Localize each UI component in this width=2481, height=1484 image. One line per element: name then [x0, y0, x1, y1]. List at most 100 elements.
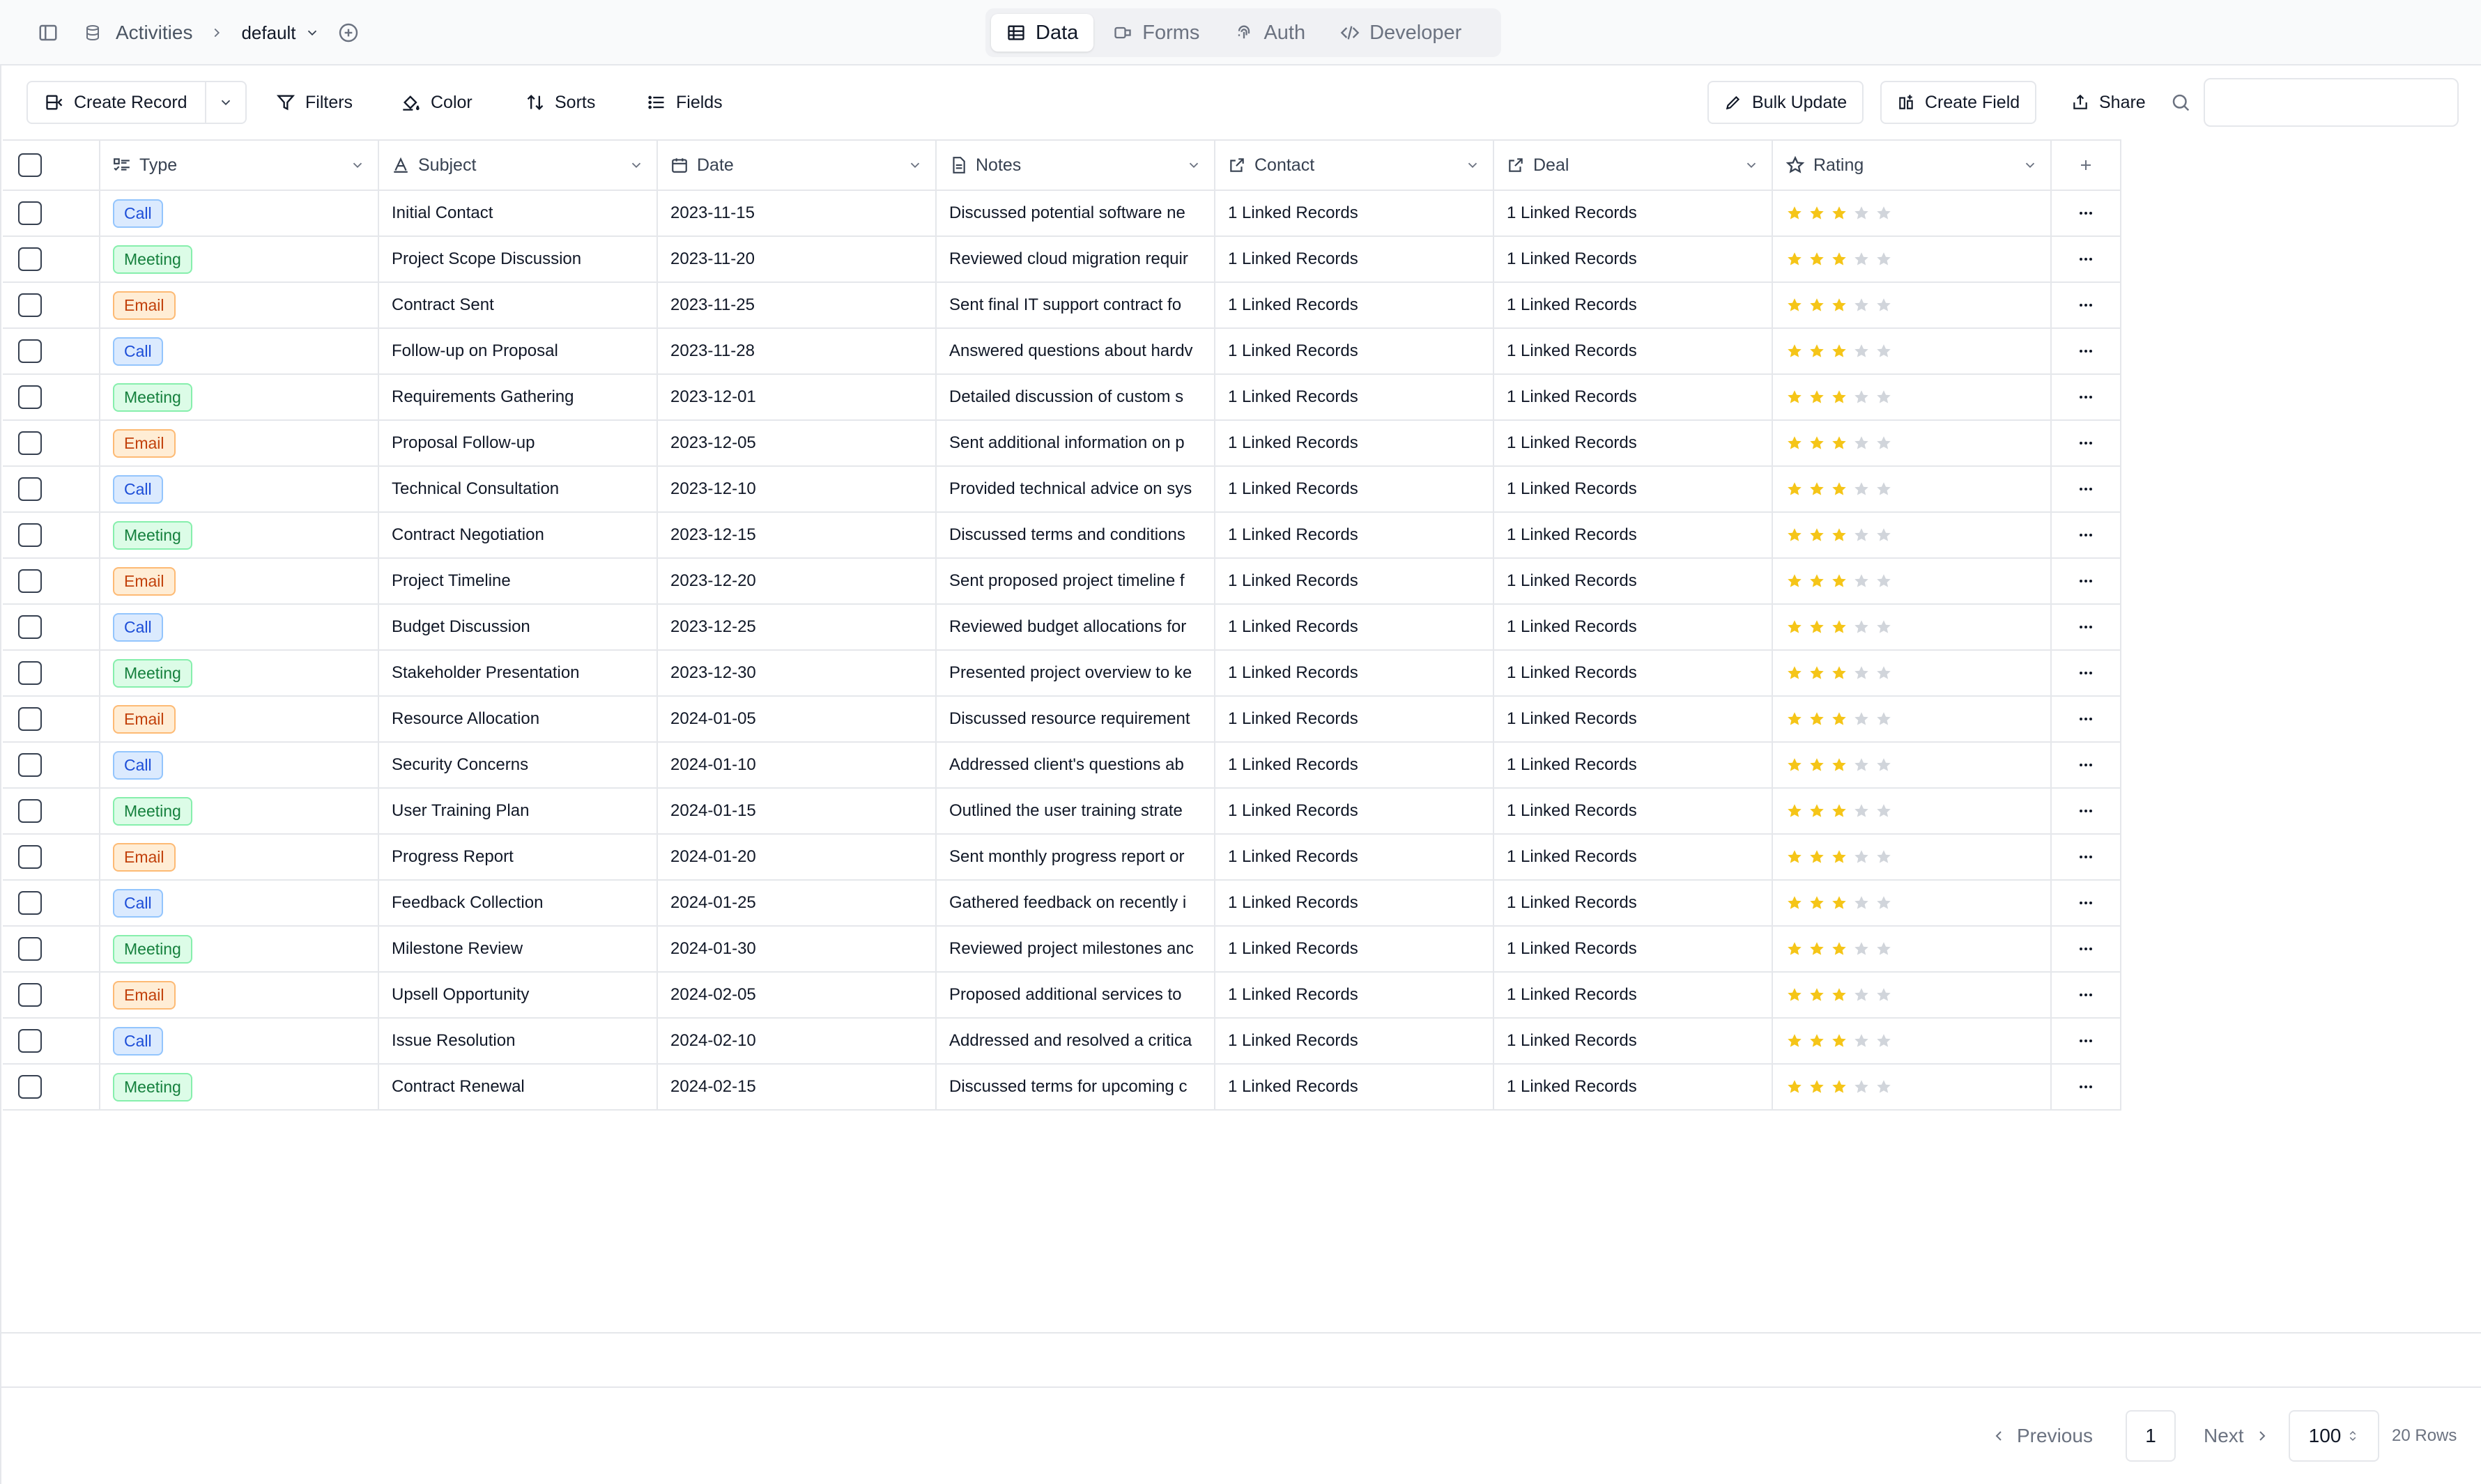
star-filled-icon[interactable] — [1785, 204, 1804, 222]
contact-cell[interactable]: 1 Linked Records — [1215, 329, 1494, 373]
subject-cell[interactable]: User Training Plan — [379, 789, 658, 833]
rows-per-page-select[interactable]: 100 — [2289, 1410, 2379, 1462]
type-cell[interactable]: Meeting — [100, 237, 379, 281]
contact-cell[interactable]: 1 Linked Records — [1215, 835, 1494, 879]
column-header-type[interactable]: Type — [100, 141, 379, 190]
column-header-contact[interactable]: Contact — [1215, 141, 1494, 190]
create-record-dropdown[interactable] — [206, 82, 245, 123]
table-row[interactable]: Call Issue Resolution 2024-02-10 Addressed … — [3, 1019, 2121, 1065]
row-actions-button[interactable] — [2052, 789, 2121, 833]
star-filled-icon[interactable] — [1808, 802, 1826, 820]
star-filled-icon[interactable] — [1830, 756, 1848, 774]
row-checkbox[interactable] — [18, 477, 42, 501]
rating-cell[interactable] — [1773, 1065, 2052, 1109]
notes-cell[interactable]: Reviewed budget allocations for — [937, 605, 1215, 649]
rating-cell[interactable] — [1773, 1019, 2052, 1063]
notes-cell[interactable]: Discussed terms for upcoming c — [937, 1065, 1215, 1109]
row-actions-button[interactable] — [2052, 467, 2121, 511]
star-empty-icon[interactable] — [1852, 802, 1871, 820]
rating-cell[interactable] — [1773, 697, 2052, 741]
date-cell[interactable]: 2023-12-15 — [658, 513, 937, 557]
table-row[interactable]: Email Contract Sent 2023-11-25 Sent final I… — [3, 283, 2121, 329]
star-filled-icon[interactable] — [1785, 572, 1804, 590]
page-number[interactable]: 1 — [2126, 1410, 2176, 1462]
deal-cell[interactable]: 1 Linked Records — [1494, 1065, 1773, 1109]
subject-cell[interactable]: Upsell Opportunity — [379, 973, 658, 1017]
subject-cell[interactable]: Proposal Follow-up — [379, 421, 658, 465]
row-checkbox[interactable] — [18, 937, 42, 961]
notes-cell[interactable]: Addressed and resolved a critica — [937, 1019, 1215, 1063]
table-row[interactable]: Email Resource Allocation 2024-01-05 Discus… — [3, 697, 2121, 743]
table-row[interactable]: Meeting Milestone Review 2024-01-30 Reviewe… — [3, 927, 2121, 973]
row-actions-button[interactable] — [2052, 605, 2121, 649]
star-filled-icon[interactable] — [1808, 388, 1826, 406]
star-filled-icon[interactable] — [1808, 434, 1826, 452]
deal-cell[interactable]: 1 Linked Records — [1494, 651, 1773, 695]
star-filled-icon[interactable] — [1808, 940, 1826, 958]
star-filled-icon[interactable] — [1830, 802, 1848, 820]
star-filled-icon[interactable] — [1785, 618, 1804, 636]
row-checkbox[interactable] — [18, 983, 42, 1007]
fields-button[interactable]: Fields — [631, 81, 738, 124]
type-cell[interactable]: Meeting — [100, 927, 379, 971]
notes-cell[interactable]: Detailed discussion of custom s — [937, 375, 1215, 419]
star-filled-icon[interactable] — [1808, 986, 1826, 1004]
subject-cell[interactable]: Technical Consultation — [379, 467, 658, 511]
star-filled-icon[interactable] — [1830, 894, 1848, 912]
contact-cell[interactable]: 1 Linked Records — [1215, 237, 1494, 281]
contact-cell[interactable]: 1 Linked Records — [1215, 467, 1494, 511]
star-empty-icon[interactable] — [1852, 894, 1871, 912]
date-cell[interactable]: 2024-01-20 — [658, 835, 937, 879]
notes-cell[interactable]: Answered questions about hardv — [937, 329, 1215, 373]
type-cell[interactable]: Email — [100, 421, 379, 465]
row-actions-button[interactable] — [2052, 927, 2121, 971]
star-empty-icon[interactable] — [1852, 618, 1871, 636]
date-cell[interactable]: 2023-12-30 — [658, 651, 937, 695]
star-filled-icon[interactable] — [1808, 848, 1826, 866]
star-filled-icon[interactable] — [1808, 342, 1826, 360]
select-all-checkbox[interactable] — [18, 153, 42, 177]
row-actions-button[interactable] — [2052, 513, 2121, 557]
deal-cell[interactable]: 1 Linked Records — [1494, 605, 1773, 649]
star-empty-icon[interactable] — [1875, 480, 1893, 498]
row-actions-button[interactable] — [2052, 743, 2121, 787]
deal-cell[interactable]: 1 Linked Records — [1494, 835, 1773, 879]
star-empty-icon[interactable] — [1852, 1078, 1871, 1096]
star-filled-icon[interactable] — [1785, 848, 1804, 866]
star-filled-icon[interactable] — [1808, 756, 1826, 774]
date-cell[interactable]: 2024-01-05 — [658, 697, 937, 741]
search-input[interactable] — [2204, 78, 2459, 127]
contact-cell[interactable]: 1 Linked Records — [1215, 789, 1494, 833]
subject-cell[interactable]: Feedback Collection — [379, 881, 658, 925]
row-checkbox[interactable] — [18, 661, 42, 685]
star-empty-icon[interactable] — [1875, 572, 1893, 590]
previous-button[interactable]: Previous — [1990, 1410, 2093, 1462]
column-header-deal[interactable]: Deal — [1494, 141, 1773, 190]
star-filled-icon[interactable] — [1785, 250, 1804, 268]
row-checkbox[interactable] — [18, 1075, 42, 1099]
star-filled-icon[interactable] — [1785, 802, 1804, 820]
star-filled-icon[interactable] — [1808, 480, 1826, 498]
star-empty-icon[interactable] — [1852, 250, 1871, 268]
subject-cell[interactable]: Contract Renewal — [379, 1065, 658, 1109]
star-filled-icon[interactable] — [1830, 342, 1848, 360]
notes-cell[interactable]: Proposed additional services to — [937, 973, 1215, 1017]
row-actions-button[interactable] — [2052, 283, 2121, 327]
star-empty-icon[interactable] — [1875, 894, 1893, 912]
row-checkbox[interactable] — [18, 385, 42, 409]
table-row[interactable]: Meeting Contract Negotiation 2023-12-15 Dis… — [3, 513, 2121, 559]
star-empty-icon[interactable] — [1852, 572, 1871, 590]
subject-cell[interactable]: Requirements Gathering — [379, 375, 658, 419]
rating-cell[interactable] — [1773, 927, 2052, 971]
star-filled-icon[interactable] — [1830, 1032, 1848, 1050]
column-header-rating[interactable]: Rating — [1773, 141, 2052, 190]
star-empty-icon[interactable] — [1875, 434, 1893, 452]
color-button[interactable]: Color — [386, 81, 488, 124]
rating-cell[interactable] — [1773, 789, 2052, 833]
notes-cell[interactable]: Sent additional information on p — [937, 421, 1215, 465]
subject-cell[interactable]: Issue Resolution — [379, 1019, 658, 1063]
contact-cell[interactable]: 1 Linked Records — [1215, 1019, 1494, 1063]
star-filled-icon[interactable] — [1808, 204, 1826, 222]
rating-cell[interactable] — [1773, 191, 2052, 235]
type-cell[interactable]: Call — [100, 191, 379, 235]
